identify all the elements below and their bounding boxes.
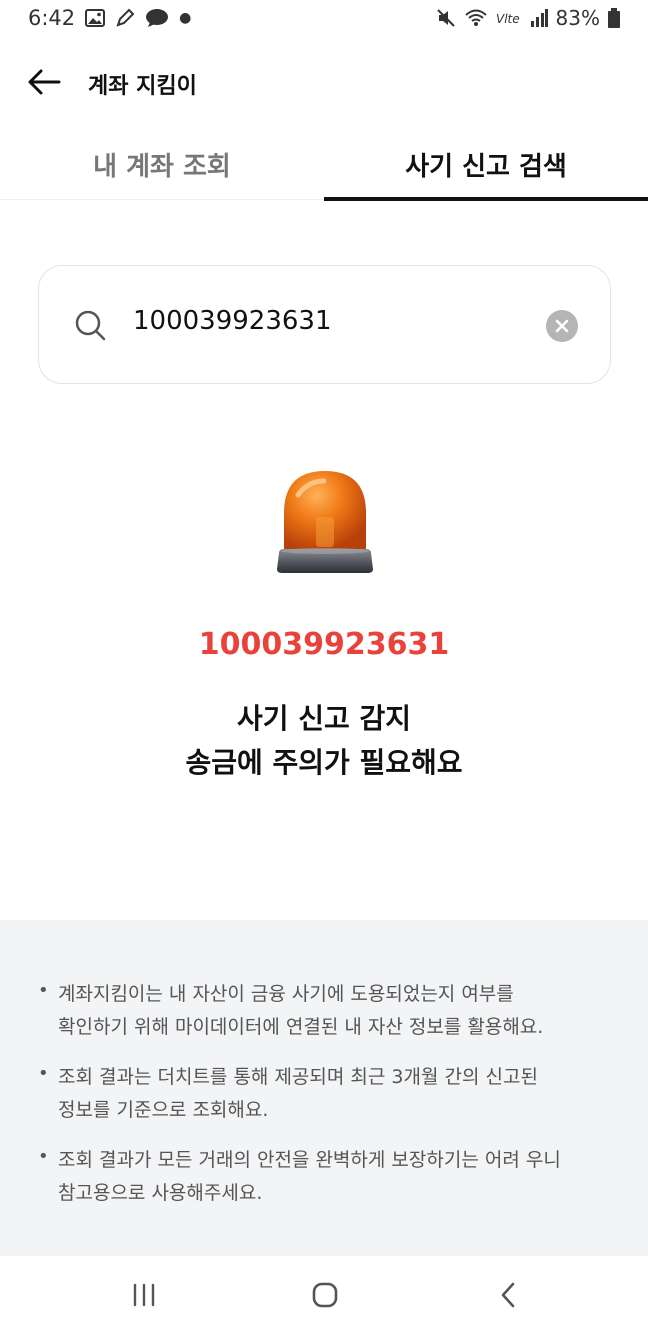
wifi-icon <box>464 9 487 26</box>
info-item: 계좌지킴이는 내 자산이 금융 사기에 도용되었는지 여부를 확인하기 위해 마… <box>38 974 618 1044</box>
status-right: Vlte 83% <box>436 6 620 30</box>
pencil-icon <box>116 8 135 27</box>
recent-apps-button[interactable] <box>124 1278 164 1312</box>
signal-icon <box>530 9 548 27</box>
arrow-left-icon <box>28 69 61 95</box>
result-message: 사기 신고 감지 송금에 주의가 필요해요 <box>0 697 648 785</box>
status-left: 6:42 ● <box>28 6 191 30</box>
search-box[interactable]: 100039923631 <box>38 265 611 384</box>
search-input[interactable]: 100039923631 <box>133 306 332 336</box>
recent-apps-icon <box>133 1283 155 1307</box>
app-header: 계좌 지킴이 <box>0 50 648 114</box>
result-message-line1: 사기 신고 감지 <box>236 702 412 735</box>
search-icon <box>75 310 106 341</box>
more-notifications-icon: ● <box>179 10 192 26</box>
gallery-icon <box>85 9 106 27</box>
tab-fraud-search[interactable]: 사기 신고 검색 <box>324 128 648 201</box>
info-list: 계좌지킴이는 내 자산이 금융 사기에 도용되었는지 여부를 확인하기 위해 마… <box>38 974 618 1227</box>
status-time: 6:42 <box>28 6 76 30</box>
result-account-number: 100039923631 <box>198 627 450 662</box>
system-nav-bar <box>0 1256 648 1332</box>
tab-my-account[interactable]: 내 계좌 조회 <box>0 128 324 200</box>
clear-search-button[interactable] <box>546 310 578 342</box>
close-icon <box>555 319 569 333</box>
mute-icon <box>436 9 455 27</box>
chat-bubble-icon <box>146 9 169 27</box>
home-button[interactable] <box>305 1278 345 1312</box>
page-title: 계좌 지킴이 <box>88 74 197 99</box>
chevron-left-icon <box>501 1282 515 1308</box>
siren-icon <box>277 471 373 573</box>
battery-percent: 83% <box>555 6 600 30</box>
volte-icon: Vlte <box>496 12 520 26</box>
back-button[interactable] <box>22 62 66 102</box>
tab-bar: 내 계좌 조회 사기 신고 검색 <box>0 128 648 201</box>
svg-text:Vlte: Vlte <box>496 12 520 26</box>
back-nav-button[interactable] <box>488 1278 528 1312</box>
info-item: 조회 결과는 더치트를 통해 제공되며 최근 3개월 간의 신고된 정보를 기준… <box>38 1057 618 1127</box>
info-item: 조회 결과가 모든 거래의 안전을 완벽하게 보장하기는 어려 우니 참고용으로… <box>38 1140 618 1210</box>
battery-icon <box>608 8 620 28</box>
info-panel: 계좌지킴이는 내 자산이 금융 사기에 도용되었는지 여부를 확인하기 위해 마… <box>0 920 648 1256</box>
status-bar: 6:42 ● Vlte 83% <box>0 0 648 38</box>
result-message-line2: 송금에 주의가 필요해요 <box>185 746 463 779</box>
home-icon <box>312 1282 338 1308</box>
